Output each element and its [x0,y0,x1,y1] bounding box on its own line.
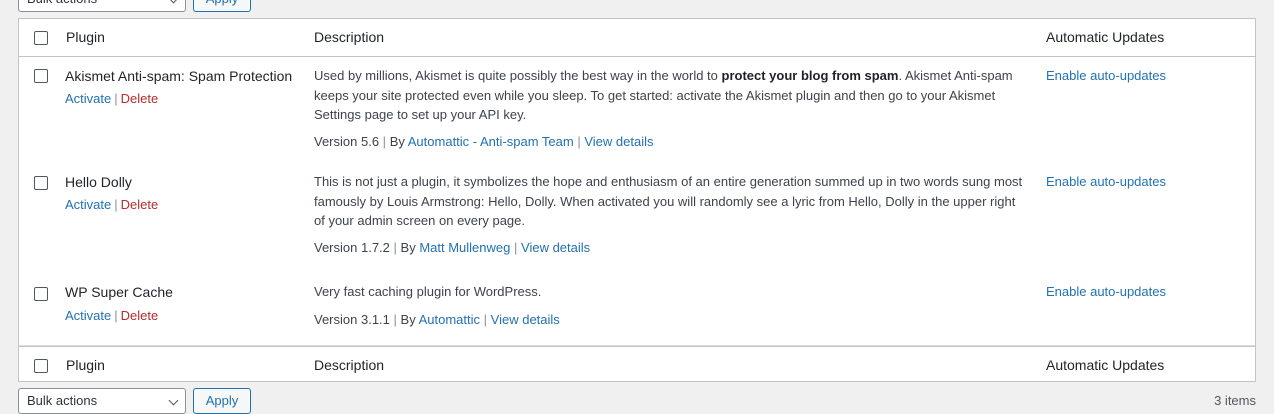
column-header-plugin[interactable]: Plugin [66,29,105,45]
plugin-description: Used by millions, Akismet is quite possi… [314,66,1029,125]
table-footer: Plugin Description Automatic Updates [19,346,1255,384]
row-actions: Activate | Delete [65,308,158,323]
select-all-checkbox[interactable] [34,31,48,45]
plugin-meta: Version 3.1.1 | By Automattic | View det… [314,312,560,327]
enable-auto-updates-link[interactable]: Enable auto-updates [1046,284,1166,299]
plugin-checkbox[interactable] [34,287,48,301]
view-details-link[interactable]: View details [521,240,590,255]
bulk-actions-label: Bulk actions [27,0,97,6]
view-details-link[interactable]: View details [584,134,653,149]
separator: | [514,240,518,255]
author-link[interactable]: Automattic [419,312,480,327]
plugins-table: Plugin Description Automatic Updates Aki… [18,18,1256,382]
plugin-checkbox[interactable] [34,176,48,190]
column-header-auto-updates: Automatic Updates [1046,29,1165,45]
plugin-version: Version 1.7.2 [314,240,390,255]
table-row: Akismet Anti-spam: Spam Protection Activ… [19,57,1255,163]
apply-button-bottom[interactable]: Apply [193,388,251,414]
plugin-version: Version 5.6 [314,134,380,149]
description-emphasis: protect your blog from spam [721,68,899,83]
separator: | [577,134,581,149]
plugin-name: Akismet Anti-spam: Spam Protection [65,68,293,84]
delete-link[interactable]: Delete [121,197,159,212]
enable-auto-updates-link[interactable]: Enable auto-updates [1046,68,1166,83]
separator: | [114,308,118,323]
table-row: WP Super Cache Activate | Delete Very fast… [19,273,1255,346]
by-label: By [389,134,405,149]
table-row: Hello Dolly Activate | Delete This is not … [19,163,1255,269]
plugin-description: This is not just a plugin, it symbolizes… [314,174,1023,228]
description-text: Used by millions, Akismet is quite possi… [314,68,722,83]
column-header-description: Description [314,29,385,45]
select-all-checkbox-footer[interactable] [34,359,48,373]
plugin-checkbox[interactable] [34,69,48,83]
enable-auto-updates-link[interactable]: Enable auto-updates [1046,174,1166,189]
plugin-name: WP Super Cache [65,284,173,300]
bulk-actions-select-bottom[interactable]: Bulk actions [18,388,186,414]
row-actions: Activate | Delete [65,197,158,212]
separator: | [382,134,387,149]
author-link[interactable]: Automattic - Anti-spam Team [408,134,574,149]
column-footer-description: Description [314,357,385,373]
delete-link[interactable]: Delete [121,308,159,323]
delete-link[interactable]: Delete [121,91,159,106]
bulk-actions-select-top[interactable]: Bulk actions [18,0,186,12]
row-actions: Activate | Delete [65,91,158,106]
plugin-version: Version 3.1.1 [314,312,390,327]
author-link[interactable]: Matt Mullenweg [419,240,510,255]
column-footer-plugin[interactable]: Plugin [66,357,105,373]
view-details-link[interactable]: View details [491,312,560,327]
activate-link[interactable]: Activate [65,197,111,212]
separator: | [393,312,397,327]
plugin-name: Hello Dolly [65,174,132,190]
activate-link[interactable]: Activate [65,308,111,323]
separator: | [483,312,488,327]
separator: | [114,91,118,106]
separator: | [393,240,397,255]
column-footer-auto-updates: Automatic Updates [1046,357,1165,373]
by-label: By [400,312,416,327]
plugin-meta: Version 1.7.2 | By Matt Mullenweg | View… [314,240,590,255]
separator: | [114,197,118,212]
by-label: By [400,240,416,255]
table-header: Plugin Description Automatic Updates [19,19,1255,57]
chevron-down-icon [168,0,179,4]
plugin-meta: Version 5.6 | By Automattic - Anti-spam … [314,134,653,149]
activate-link[interactable]: Activate [65,91,111,106]
apply-button-top[interactable]: Apply [193,0,251,12]
plugin-description: Very fast caching plugin for WordPress. [314,284,542,299]
